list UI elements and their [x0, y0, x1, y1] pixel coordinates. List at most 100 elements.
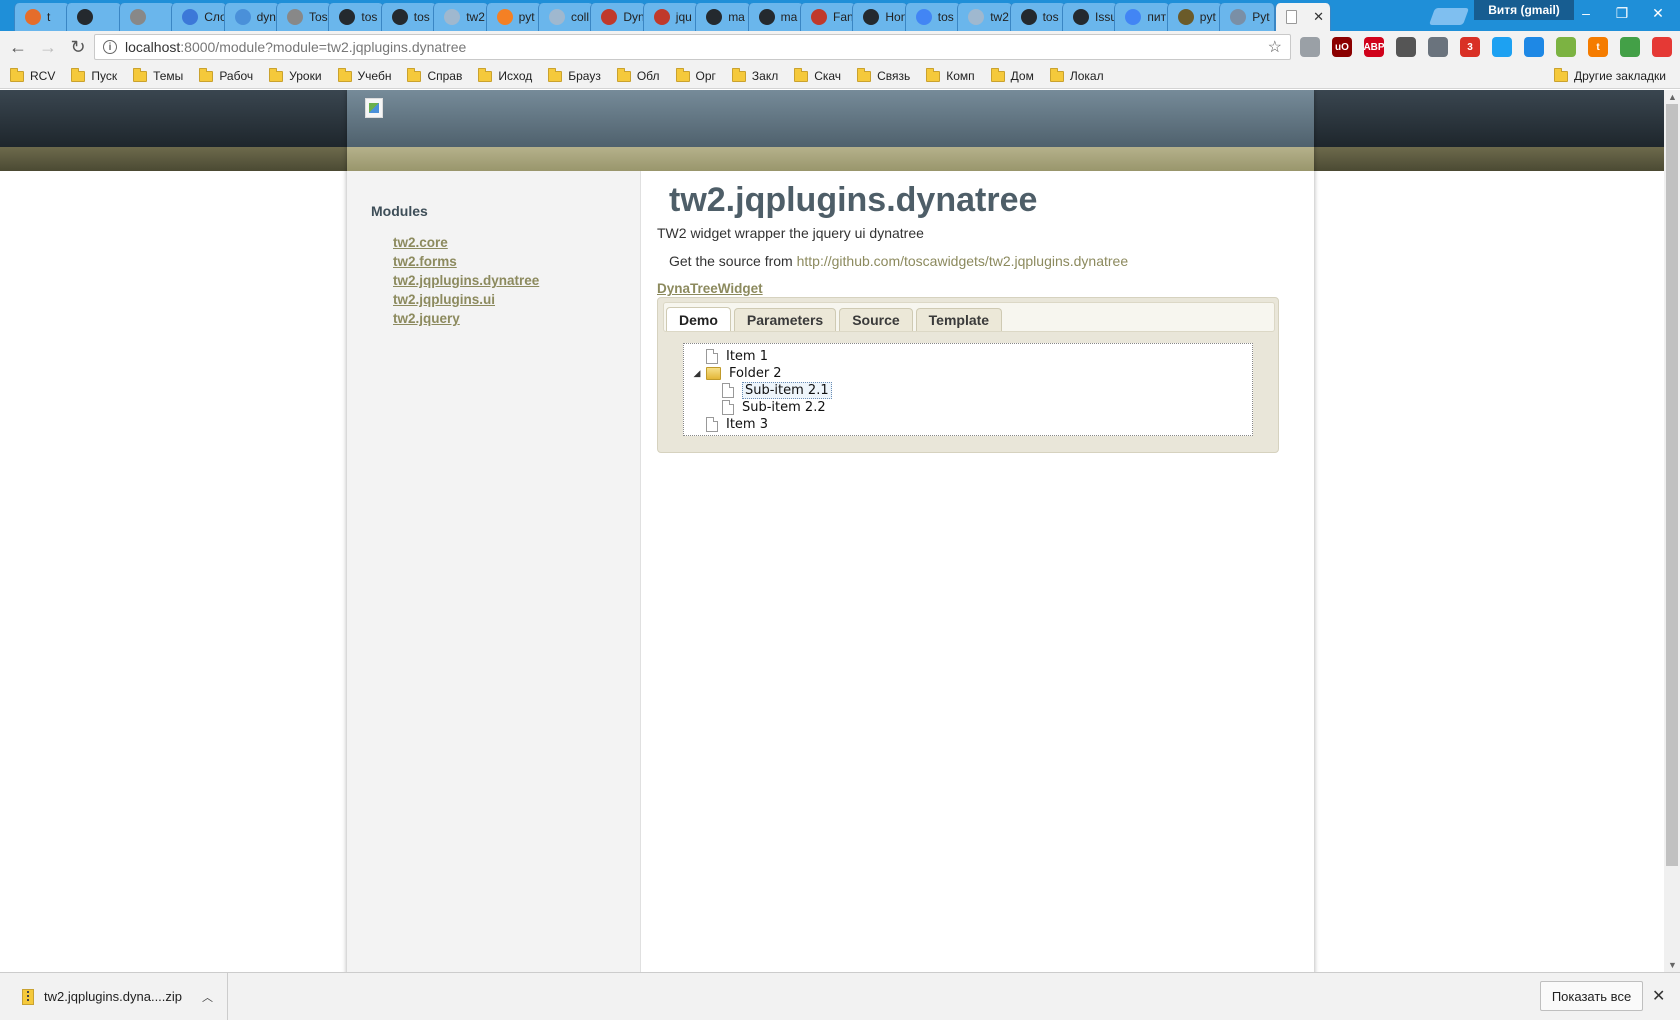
- address-bar[interactable]: i localhost:8000/module?module=tw2.jqplu…: [94, 34, 1291, 60]
- other-bookmarks[interactable]: Другие закладки: [1554, 67, 1666, 83]
- extension-icon[interactable]: 3: [1460, 37, 1480, 57]
- vertical-scrollbar[interactable]: ▲ ▼: [1664, 90, 1680, 972]
- widget-tab-source[interactable]: Source: [839, 308, 913, 331]
- module-link[interactable]: tw2.core: [393, 235, 448, 250]
- bookmark-folder[interactable]: Связь: [857, 67, 910, 83]
- extension-icon[interactable]: ABP: [1363, 37, 1385, 57]
- widget-link[interactable]: DynaTreeWidget: [657, 281, 763, 296]
- tree-node-label: Item 3: [726, 417, 768, 432]
- scroll-thumb[interactable]: [1666, 104, 1678, 866]
- bookmark-star-icon[interactable]: ☆: [1268, 37, 1282, 57]
- browser-tab[interactable]: пит: [1114, 3, 1171, 31]
- browser-tab[interactable]: tw2: [957, 3, 1014, 31]
- download-filename: tw2.jqplugins.dyna....zip: [44, 989, 183, 1004]
- close-tab-icon[interactable]: ✕: [1313, 9, 1324, 25]
- browser-tab[interactable]: [118, 3, 175, 31]
- browser-tab[interactable]: Issu: [1062, 3, 1118, 31]
- bookmark-label: Комп: [946, 69, 975, 83]
- new-tab-button[interactable]: [1428, 8, 1470, 25]
- browser-tab[interactable]: ma: [695, 3, 752, 31]
- bookmark-folder[interactable]: Орг: [675, 67, 716, 83]
- bookmark-folder[interactable]: Уроки: [269, 67, 322, 83]
- extension-icon[interactable]: [1300, 37, 1320, 57]
- browser-tab[interactable]: Tos: [276, 3, 332, 31]
- browser-tab[interactable]: tos: [380, 3, 437, 31]
- browser-tab[interactable]: Hon: [852, 3, 909, 31]
- browser-tab[interactable]: tos: [1009, 3, 1066, 31]
- tab-title: pyt: [1199, 10, 1216, 24]
- bookmark-folder[interactable]: Брауз: [548, 67, 601, 83]
- module-link[interactable]: tw2.jquery: [393, 311, 460, 326]
- browser-tab[interactable]: ma: [747, 3, 804, 31]
- favicon-icon: [1020, 9, 1037, 25]
- source-line: Get the source from http://github.com/to…: [669, 253, 1128, 269]
- download-item[interactable]: tw2.jqplugins.dyna....zip ︿: [10, 973, 228, 1020]
- widget-tab-template[interactable]: Template: [915, 308, 1003, 331]
- close-icon[interactable]: ✕: [1652, 986, 1665, 1006]
- bookmark-folder[interactable]: Скач: [794, 67, 841, 83]
- favicon-icon: [287, 9, 303, 25]
- browser-tab[interactable]: Сло: [171, 3, 228, 31]
- tab-active[interactable]: ✕: [1275, 3, 1331, 31]
- extension-icon[interactable]: [1524, 37, 1544, 57]
- widget-tab-demo[interactable]: Demo: [666, 307, 731, 331]
- bookmark-folder[interactable]: Обл: [616, 67, 660, 83]
- expander-icon[interactable]: ◢: [692, 369, 702, 379]
- browser-tab[interactable]: jqu: [642, 3, 699, 31]
- module-link[interactable]: tw2.forms: [393, 254, 457, 269]
- module-link[interactable]: tw2.jqplugins.ui: [393, 292, 495, 307]
- extension-icon[interactable]: [1620, 37, 1640, 57]
- browser-tab[interactable]: coll: [538, 3, 594, 31]
- tree-node-sub21[interactable]: Sub-item 2.1: [684, 382, 1252, 399]
- bookmark-folder[interactable]: RCV: [10, 67, 55, 83]
- browser-tab[interactable]: tw2: [433, 3, 490, 31]
- bookmark-label: Учебн: [357, 69, 392, 83]
- bookmark-folder[interactable]: Пуск: [71, 67, 117, 83]
- module-link[interactable]: tw2.jqplugins.dynatree: [393, 273, 539, 288]
- browser-tab[interactable]: tos: [328, 3, 385, 31]
- extension-icon[interactable]: [1396, 37, 1416, 57]
- browser-tab[interactable]: dyn: [223, 3, 280, 31]
- back-icon[interactable]: ←: [3, 33, 33, 63]
- browser-tab[interactable]: pyt: [1166, 3, 1223, 31]
- profile-button[interactable]: Витя (gmail): [1474, 0, 1574, 20]
- bookmark-folder[interactable]: Исход: [478, 67, 532, 83]
- scroll-down-icon[interactable]: ▼: [1668, 960, 1677, 970]
- show-all-downloads-button[interactable]: Показать все: [1540, 981, 1643, 1011]
- bookmark-folder[interactable]: Закл: [731, 67, 778, 83]
- bookmark-folder[interactable]: Комп: [926, 67, 975, 83]
- extension-icon[interactable]: uO: [1332, 37, 1352, 57]
- extension-icon[interactable]: t: [1588, 37, 1608, 57]
- close-window-icon[interactable]: ✕: [1636, 0, 1680, 26]
- scroll-up-icon[interactable]: ▲: [1668, 92, 1677, 102]
- browser-tab[interactable]: t: [14, 3, 70, 31]
- site-info-icon[interactable]: i: [103, 40, 117, 54]
- browser-tab[interactable]: tos: [904, 3, 961, 31]
- bookmark-folder[interactable]: Рабоч: [199, 67, 253, 83]
- browser-tab[interactable]: pyt: [485, 3, 542, 31]
- forward-icon[interactable]: →: [33, 33, 63, 63]
- bookmark-folder[interactable]: Дом: [990, 67, 1034, 83]
- extension-icon[interactable]: [1652, 37, 1672, 57]
- browser-tab[interactable]: Fan: [800, 3, 856, 31]
- folder-icon: [616, 67, 631, 82]
- tree-node-folder2[interactable]: ◢ Folder 2: [684, 365, 1252, 382]
- tree-node-sub22[interactable]: Sub-item 2.2: [684, 399, 1252, 416]
- widget-tab-parameters[interactable]: Parameters: [733, 308, 837, 331]
- chevron-up-icon[interactable]: ︿: [202, 989, 213, 1005]
- bookmark-folder[interactable]: Учебн: [337, 67, 392, 83]
- browser-tab[interactable]: Pyt: [1219, 3, 1276, 31]
- browser-tab[interactable]: Dyn: [590, 3, 647, 31]
- bookmark-folder[interactable]: Локал: [1049, 67, 1104, 83]
- tree-node-item3[interactable]: Item 3: [684, 416, 1252, 433]
- extension-icon[interactable]: [1556, 37, 1576, 57]
- favicon-icon: [863, 9, 880, 25]
- bookmark-folder[interactable]: Справ: [407, 67, 462, 83]
- extension-icon[interactable]: [1428, 37, 1448, 57]
- extension-icon[interactable]: [1492, 37, 1512, 57]
- tree-node-item1[interactable]: Item 1: [684, 348, 1252, 365]
- bookmark-folder[interactable]: Темы: [133, 67, 183, 83]
- source-link[interactable]: http://github.com/toscawidgets/tw2.jqplu…: [797, 253, 1129, 269]
- browser-tab[interactable]: [66, 3, 123, 31]
- reload-icon[interactable]: ↻: [63, 33, 93, 63]
